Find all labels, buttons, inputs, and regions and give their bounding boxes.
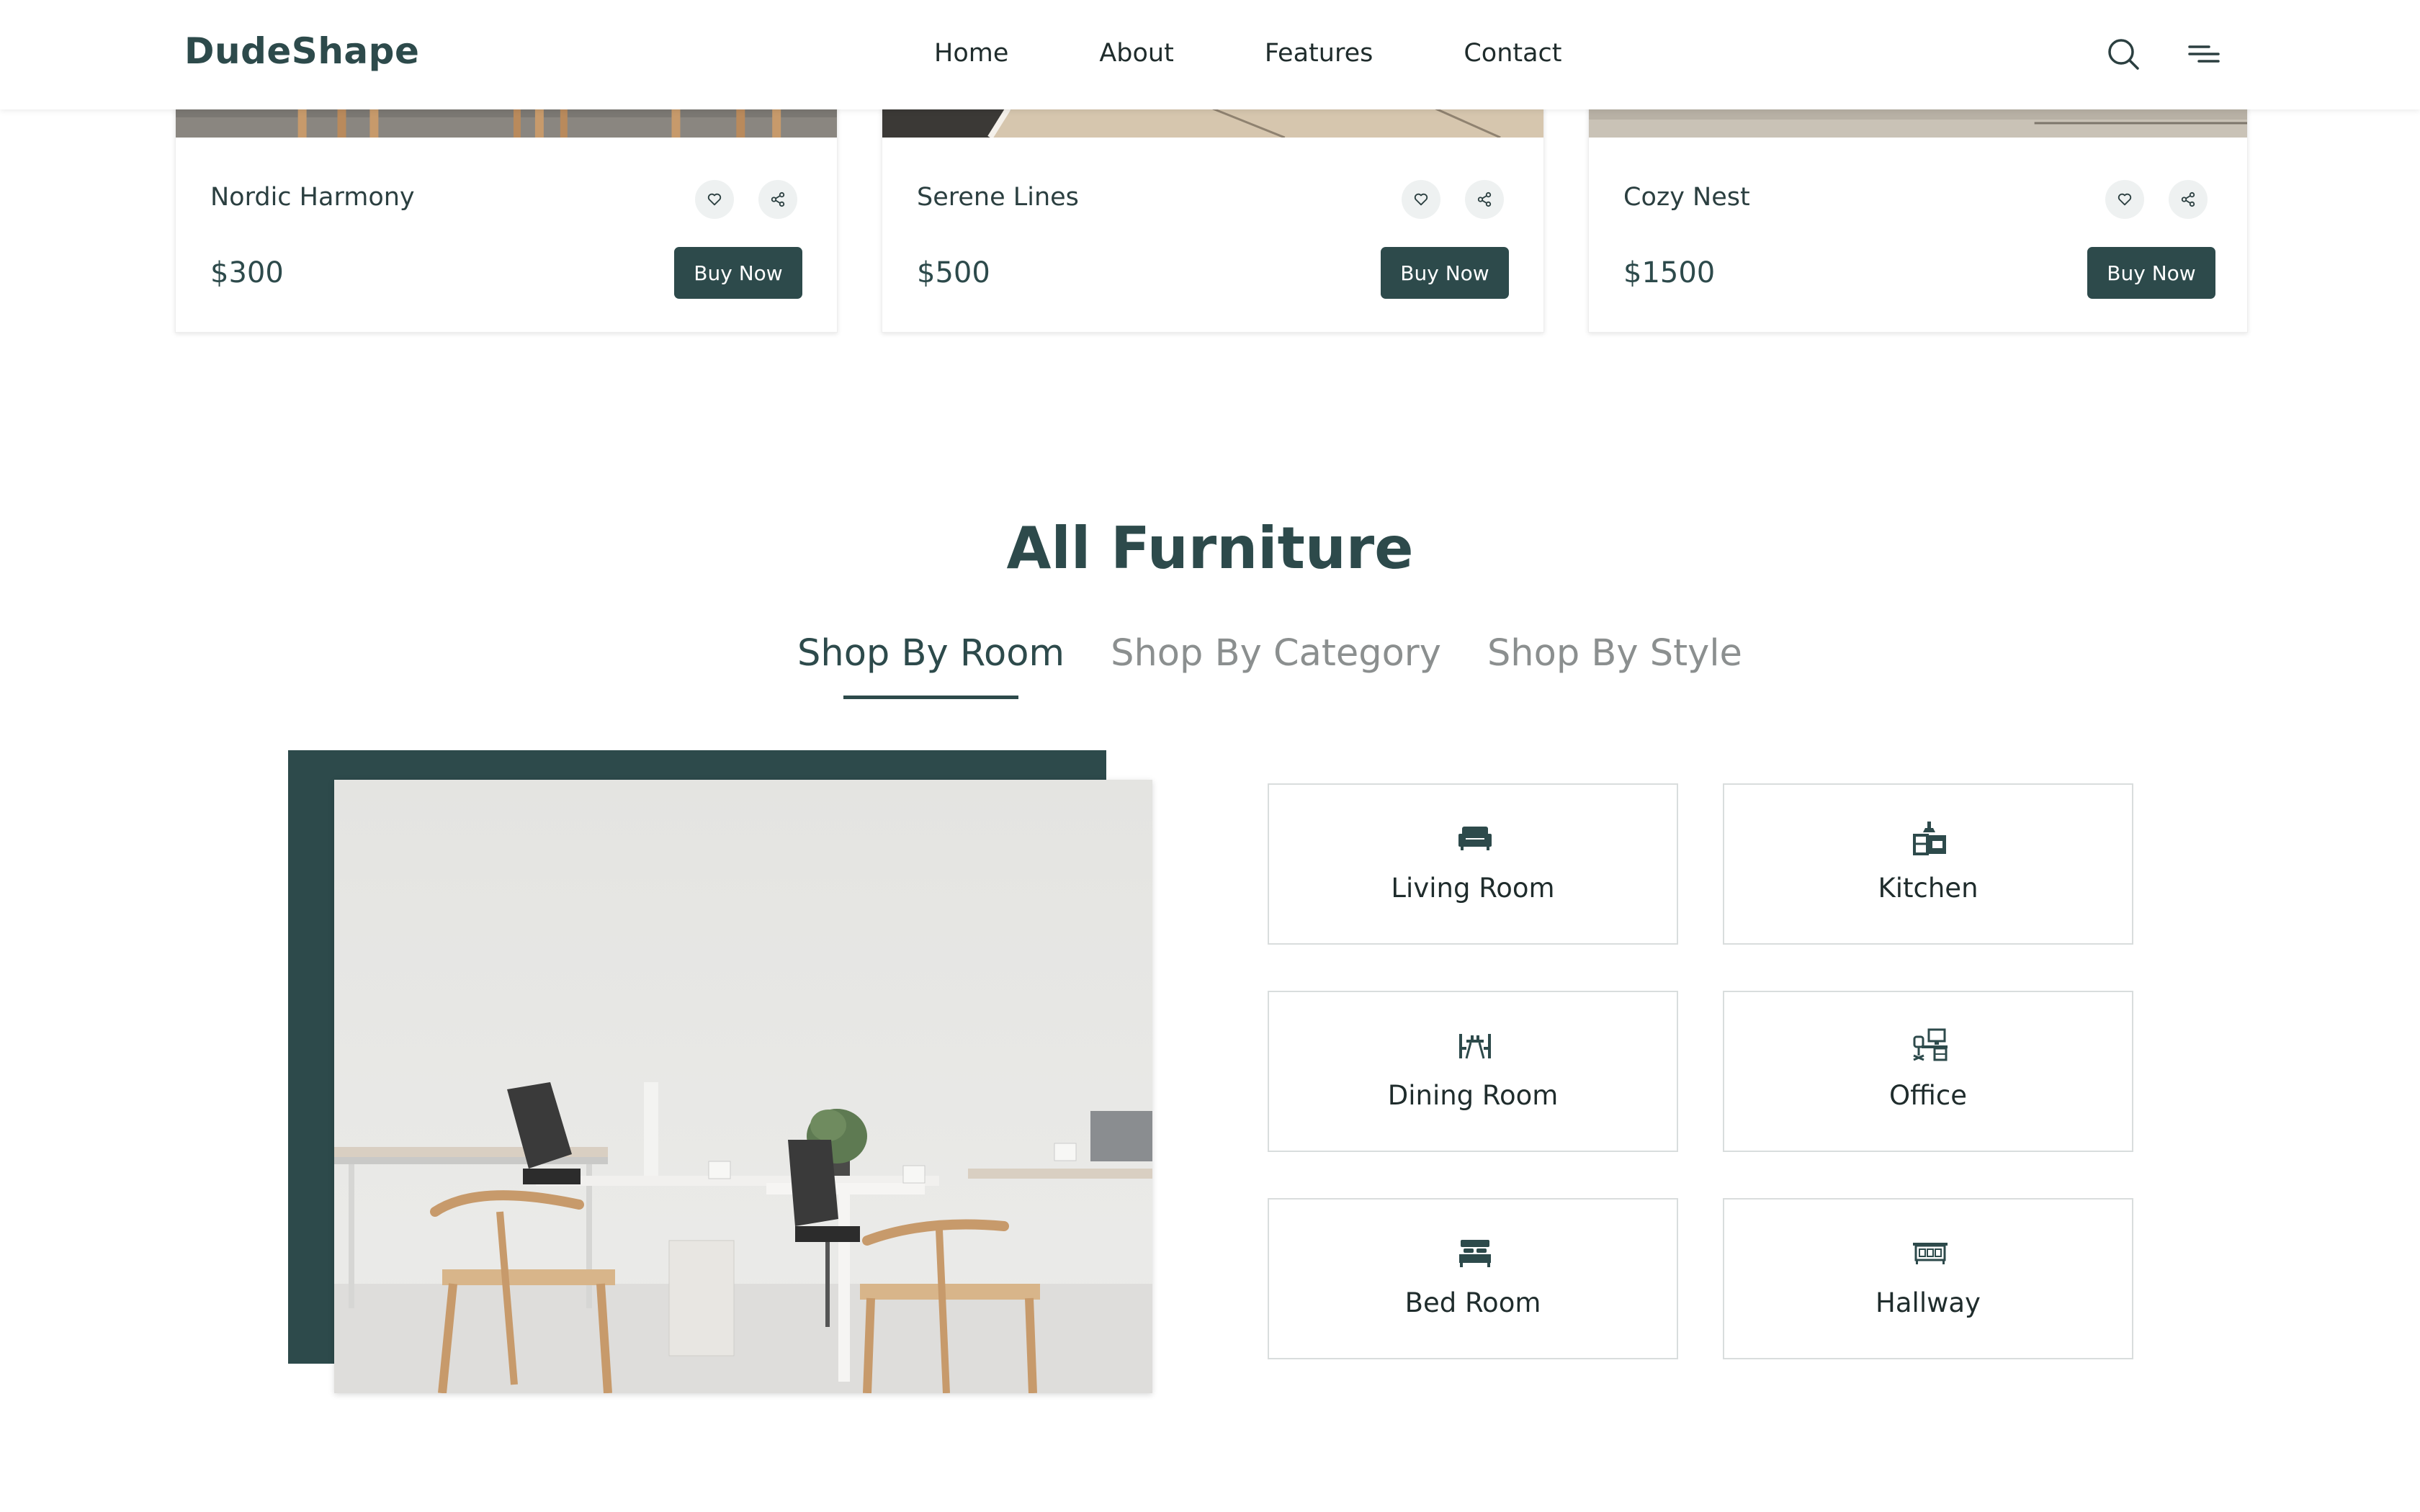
product-name: Serene Lines <box>917 183 1079 212</box>
product-name: Nordic Harmony <box>210 183 415 212</box>
wishlist-heart-icon[interactable] <box>1402 180 1440 219</box>
room-label: Kitchen <box>1878 873 1978 904</box>
share-icon[interactable] <box>1465 180 1504 219</box>
room-card-office[interactable]: Office <box>1723 991 2133 1152</box>
office-desk-icon <box>1912 1027 1949 1064</box>
product-price: $500 <box>917 256 990 289</box>
tab-shop-by-room[interactable]: Shop By Room <box>797 632 1065 699</box>
room-label: Dining Room <box>1387 1080 1559 1111</box>
site-logo[interactable]: DudeShape <box>184 30 419 72</box>
tab-label: Shop By Category <box>1111 632 1441 675</box>
search-icon[interactable] <box>2105 36 2141 72</box>
product-card: Cozy Nest $1500 Buy Now <box>1588 79 2248 333</box>
buy-now-button[interactable]: Buy Now <box>674 247 802 299</box>
room-card-living-room[interactable]: Living Room <box>1268 783 1678 945</box>
tab-shop-by-style[interactable]: Shop By Style <box>1487 632 1742 675</box>
room-label: Bed Room <box>1404 1287 1541 1318</box>
product-card: Serene Lines $500 Buy Now <box>882 79 1544 333</box>
room-card-dining-room[interactable]: Dining Room <box>1268 991 1678 1152</box>
site-header: DudeShape Home About Features Contact <box>0 0 2420 109</box>
tab-label: Shop By Room <box>797 632 1065 675</box>
nav-link-about[interactable]: About <box>1099 39 1173 68</box>
hallway-cabinet-icon <box>1912 1234 1949 1272</box>
product-price: $1500 <box>1623 256 1716 289</box>
product-price: $300 <box>210 256 284 289</box>
sofa-icon <box>1456 819 1494 857</box>
room-label: Living Room <box>1391 873 1555 904</box>
nav-link-home[interactable]: Home <box>934 39 1008 68</box>
menu-icon[interactable] <box>2186 36 2222 72</box>
product-card: Nordic Harmony $300 Buy Now <box>175 79 838 333</box>
room-label: Hallway <box>1876 1287 1981 1318</box>
nav-link-features[interactable]: Features <box>1265 39 1373 68</box>
kitchen-icon <box>1912 819 1949 857</box>
dining-table-icon <box>1456 1027 1494 1064</box>
nav-link-contact[interactable]: Contact <box>1464 39 1561 68</box>
room-card-bed-room[interactable]: Bed Room <box>1268 1198 1678 1359</box>
room-card-hallway[interactable]: Hallway <box>1723 1198 2133 1359</box>
main-nav: Home About Features Contact <box>934 39 1562 68</box>
wishlist-heart-icon[interactable] <box>695 180 734 219</box>
buy-now-button[interactable]: Buy Now <box>2087 247 2215 299</box>
share-icon[interactable] <box>758 180 797 219</box>
share-icon[interactable] <box>2169 180 2208 219</box>
buy-now-button[interactable]: Buy Now <box>1381 247 1509 299</box>
shop-tabs: Shop By Room Shop By Category Shop By St… <box>797 632 1742 699</box>
tab-label: Shop By Style <box>1487 632 1742 675</box>
section-title: All Furniture <box>1006 515 1414 582</box>
bed-icon <box>1456 1234 1494 1272</box>
room-label: Office <box>1888 1080 1967 1111</box>
tab-shop-by-category[interactable]: Shop By Category <box>1111 632 1441 675</box>
product-name: Cozy Nest <box>1623 183 1750 212</box>
room-showcase-image <box>334 780 1152 1393</box>
active-tab-indicator <box>843 696 1019 699</box>
wishlist-heart-icon[interactable] <box>2105 180 2144 219</box>
room-card-kitchen[interactable]: Kitchen <box>1723 783 2133 945</box>
product-carousel: Nordic Harmony $300 Buy Now Serene Lines <box>175 79 2248 333</box>
